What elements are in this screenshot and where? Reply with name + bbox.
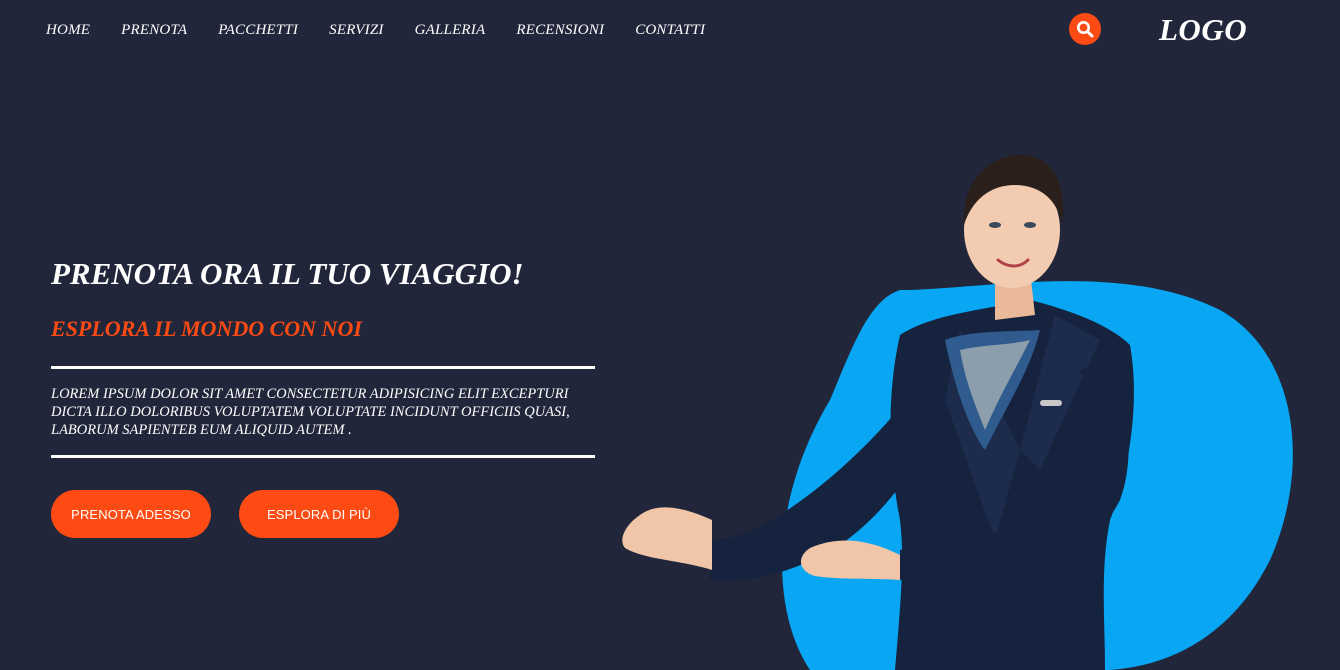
hero-body-text: LOREM IPSUM DOLOR SIT AMET CONSECTETUR A…: [51, 386, 570, 438]
search-button[interactable]: [1069, 13, 1101, 45]
hero-title: PRENOTA ORA IL TUO VIAGGIO!: [51, 256, 524, 291]
nav-item-servizi[interactable]: SERVIZI: [329, 22, 383, 39]
flight-attendant-illustration: [622, 155, 1293, 670]
nav-item-recensioni[interactable]: RECENSIONI: [516, 22, 604, 39]
nav-item-contatti[interactable]: CONTATTI: [635, 22, 705, 39]
divider-bottom: [51, 455, 595, 458]
logo[interactable]: LOGO: [1159, 12, 1247, 48]
esplora-di-piu-button[interactable]: ESPLORA DI PIÙ: [239, 490, 399, 538]
prenota-adesso-button[interactable]: PRENOTA ADESSO: [51, 490, 211, 538]
main-nav: HOME PRENOTA PACCHETTI SERVIZI GALLERIA …: [46, 22, 736, 39]
nav-item-home[interactable]: HOME: [46, 22, 90, 39]
left-hand: [622, 507, 712, 570]
nav-item-galleria[interactable]: GALLERIA: [415, 22, 486, 39]
nav-item-pacchetti[interactable]: PACCHETTI: [218, 22, 298, 39]
page: HOME PRENOTA PACCHETTI SERVIZI GALLERIA …: [0, 0, 1340, 670]
search-icon: [1077, 21, 1094, 38]
nav-item-prenota[interactable]: PRENOTA: [121, 22, 187, 39]
divider-top: [51, 366, 595, 369]
hero-subtitle: ESPLORA IL MONDO CON NOI: [51, 316, 362, 341]
